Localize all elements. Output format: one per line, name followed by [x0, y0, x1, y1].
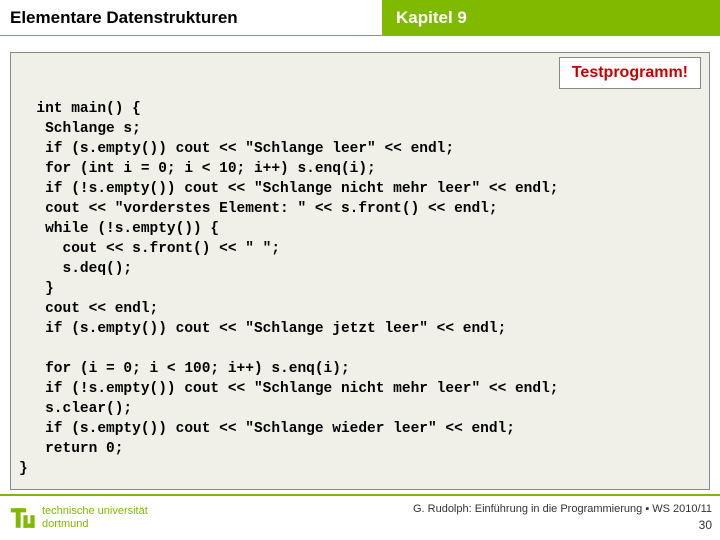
header-title-right: Kapitel 9 [382, 0, 720, 36]
university-logo: technische universität dortmund [8, 504, 148, 532]
university-name: technische universität dortmund [42, 505, 148, 530]
slide-header: Elementare Datenstrukturen Kapitel 9 [0, 0, 720, 36]
test-program-badge: Testprogramm! [559, 57, 701, 89]
logo-line1: technische universität [42, 505, 148, 518]
header-title-left: Elementare Datenstrukturen [0, 0, 382, 36]
code-content: int main() { Schlange s; if (s.empty()) … [19, 101, 559, 477]
code-box: Testprogramm! int main() { Schlange s; i… [10, 52, 710, 490]
tu-logo-icon [8, 504, 36, 532]
logo-line2: dortmund [42, 518, 148, 531]
footer-credits: G. Rudolph: Einführung in die Programmie… [413, 502, 712, 533]
slide-number: 30 [413, 517, 712, 533]
slide-footer: technische universität dortmund G. Rudol… [0, 494, 720, 540]
credit-line: G. Rudolph: Einführung in die Programmie… [413, 502, 712, 517]
